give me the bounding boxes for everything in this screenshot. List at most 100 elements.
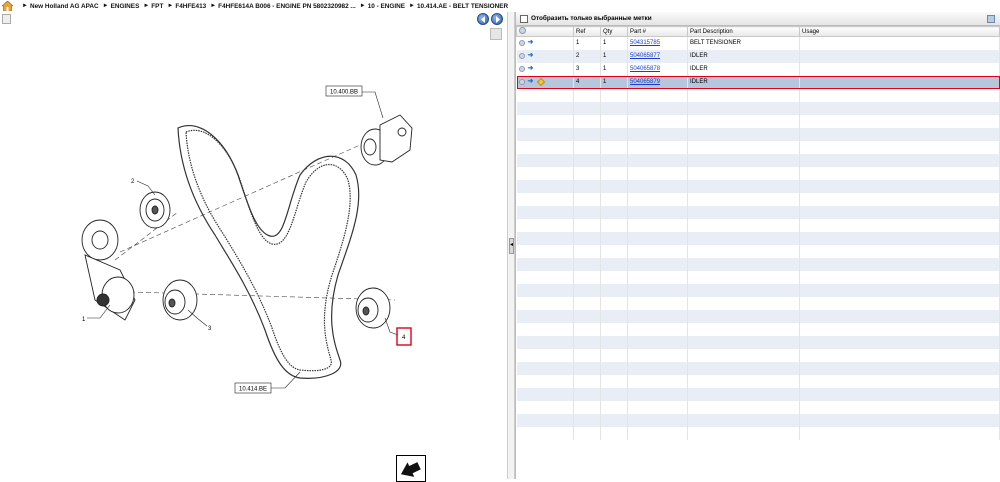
empty-row	[516, 283, 1000, 297]
table-row[interactable]: ➜ 2 1 504065877 IDLER	[516, 49, 1000, 63]
empty-row	[516, 140, 1000, 154]
tensioner-1-part	[81, 219, 136, 321]
empty-row	[516, 179, 1000, 193]
cell-description: IDLER	[687, 75, 800, 89]
cell-usage	[799, 36, 1000, 50]
callout-ref-4-highlighted[interactable]: 4	[396, 327, 412, 346]
diagram-pane: 10.400.BB 10.414.BE 2 1 3 4	[0, 12, 507, 482]
empty-row	[516, 426, 1000, 440]
empty-row	[516, 127, 1000, 141]
empty-row	[516, 114, 1000, 128]
drive-belt	[177, 125, 360, 379]
empty-row	[516, 335, 1000, 349]
cell-usage	[799, 62, 1000, 76]
idler-4-part	[355, 287, 391, 329]
add-to-cart-icon[interactable]: ➜	[528, 39, 535, 46]
callout-ref-2[interactable]: 2	[131, 179, 135, 185]
parts-list-pane: Отобразить только выбранные метки Ref Qt…	[515, 12, 1000, 479]
empty-row	[516, 205, 1000, 219]
note-icon[interactable]	[536, 77, 545, 87]
empty-row	[516, 88, 1000, 102]
cell-qty: 1	[600, 62, 628, 76]
empty-row	[516, 413, 1000, 427]
collapse-arrow-icon[interactable]: ◂	[509, 238, 514, 254]
callout-10414be[interactable]: 10.414.BE	[234, 382, 272, 394]
empty-row	[516, 374, 1000, 388]
empty-row	[516, 387, 1000, 401]
breadcrumb-item-brand[interactable]: ► New Holland AG APAC	[18, 3, 99, 10]
arrow-jump-icon	[400, 462, 421, 477]
part-number-link[interactable]: 504315785	[630, 40, 660, 46]
parts-filter-bar: Отобразить только выбранные метки	[516, 12, 1000, 26]
info-icon[interactable]	[518, 40, 525, 47]
breadcrumb-item-section[interactable]: ► 10 - ENGINE	[356, 3, 405, 10]
empty-row	[516, 166, 1000, 180]
row-actions: ➜	[516, 62, 574, 76]
empty-row	[516, 231, 1000, 245]
breadcrumb-item-current: ► 10.414.AE - BELT TENSIONER	[409, 2, 509, 10]
empty-row	[516, 153, 1000, 167]
cell-description: IDLER	[687, 62, 800, 76]
idler-2-part	[139, 191, 171, 229]
cell-usage	[799, 75, 1000, 89]
column-header-usage[interactable]: Usage	[799, 26, 1000, 37]
breadcrumb-item-engines[interactable]: ► ENGINES	[99, 3, 140, 10]
breadcrumb-item-fpt[interactable]: ► FPT	[139, 3, 163, 10]
callout-10400bb[interactable]: 10.400.BB	[325, 85, 363, 97]
svg-text:4: 4	[402, 335, 406, 341]
table-row-selected[interactable]: ➜ 4 1 504065879 IDLER	[516, 75, 1000, 89]
cell-ref: 2	[573, 49, 601, 63]
column-header-ref[interactable]: Ref	[573, 26, 601, 37]
empty-row	[516, 257, 1000, 271]
part-number-link[interactable]: 504065877	[630, 53, 660, 59]
cell-part-number: 504065878	[627, 62, 688, 76]
parts-table: Ref Qty Part # Part Description Usage ➜ 1…	[516, 26, 1000, 440]
empty-row	[516, 192, 1000, 206]
empty-row	[516, 218, 1000, 232]
idler-3-part	[162, 279, 198, 321]
svg-text:10.400.BB: 10.400.BB	[330, 90, 358, 96]
add-to-cart-icon[interactable]: ➜	[528, 78, 535, 85]
add-to-cart-icon[interactable]: ➜	[528, 52, 535, 59]
add-to-cart-icon[interactable]: ➜	[528, 65, 535, 72]
cell-part-number: 504065877	[627, 49, 688, 63]
info-icon[interactable]	[518, 79, 525, 85]
export-icon[interactable]	[987, 15, 995, 23]
cell-qty: 1	[600, 75, 628, 89]
parts-table-header: Ref Qty Part # Part Description Usage	[516, 26, 1000, 37]
empty-row	[516, 348, 1000, 362]
table-row[interactable]: ➜ 3 1 504065878 IDLER	[516, 62, 1000, 76]
cell-qty: 1	[600, 49, 628, 63]
row-actions: ➜	[516, 36, 574, 50]
select-all-column-header[interactable]	[516, 26, 574, 37]
info-icon[interactable]	[518, 66, 525, 72]
cell-qty: 1	[600, 36, 628, 50]
breadcrumb: ► New Holland AG APAC ► ENGINES ► FPT ► F4HF…	[0, 0, 1000, 12]
show-selected-only-label: Отобразить только выбранные метки	[531, 15, 652, 22]
info-icon[interactable]	[518, 53, 525, 59]
home-icon[interactable]	[2, 1, 13, 11]
breadcrumb-item-engine[interactable]: ► F4HFE614A B006 - ENGINE PN 5802320982 .…	[206, 3, 356, 10]
row-actions: ➜	[516, 75, 574, 89]
column-header-qty[interactable]: Qty	[600, 26, 628, 37]
cell-description: IDLER	[687, 49, 800, 63]
table-row[interactable]: ➜ 1 1 504315785 BELT TENSIONER	[516, 36, 1000, 50]
empty-row	[516, 296, 1000, 310]
go-to-linked-page-button[interactable]	[396, 455, 426, 482]
part-number-link[interactable]: 504065879	[630, 79, 660, 85]
callout-ref-3[interactable]: 3	[208, 326, 212, 332]
cell-usage	[799, 49, 1000, 63]
part-number-link[interactable]: 504065878	[630, 66, 660, 72]
empty-row	[516, 400, 1000, 414]
callout-ref-1[interactable]: 1	[82, 317, 86, 323]
show-selected-only-checkbox[interactable]	[520, 14, 528, 23]
column-header-description[interactable]: Part Description	[687, 26, 800, 37]
pane-splitter[interactable]: ◂	[507, 12, 515, 479]
empty-row	[516, 322, 1000, 336]
column-header-part-number[interactable]: Part #	[627, 26, 688, 37]
svg-text:10.414.BE: 10.414.BE	[239, 387, 267, 393]
cell-ref: 1	[573, 36, 601, 50]
water-pump	[360, 114, 413, 166]
empty-row	[516, 270, 1000, 284]
breadcrumb-item-model[interactable]: ► F4HFE413	[163, 3, 206, 10]
